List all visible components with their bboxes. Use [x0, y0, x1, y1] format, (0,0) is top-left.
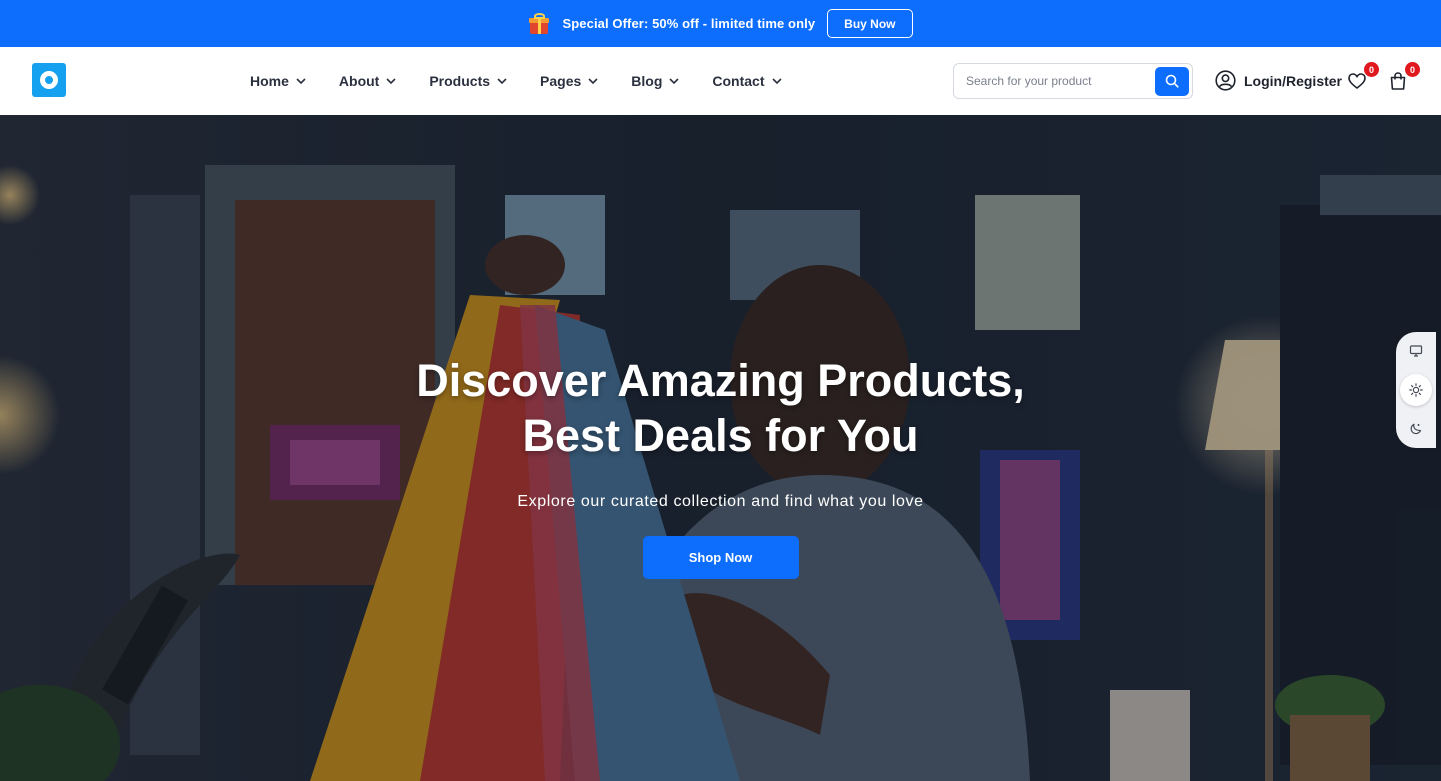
nav-item-label: Home — [250, 73, 289, 89]
cart-button[interactable]: 0 — [1388, 62, 1420, 93]
site-header: Home About Products Pages Blog Contact S… — [0, 47, 1441, 115]
nav-item-label: Pages — [540, 73, 582, 89]
theme-dark-button[interactable] — [1400, 413, 1432, 445]
chevron-down-icon — [296, 78, 306, 85]
cart-count-badge: 0 — [1405, 62, 1420, 77]
search-button[interactable] — [1155, 66, 1189, 96]
gift-icon — [528, 12, 550, 35]
hero-subtitle: Explore our curated collection and find … — [517, 493, 924, 510]
nav-item-label: Blog — [631, 73, 663, 89]
nav-item-home[interactable]: Home — [250, 73, 307, 89]
sun-icon — [1409, 383, 1423, 397]
theme-light-button[interactable] — [1400, 373, 1432, 406]
hero-title: Discover Amazing Products, Best Deals fo… — [371, 353, 1071, 463]
theme-switcher — [1396, 332, 1436, 448]
moon-icon — [1410, 423, 1422, 434]
monitor-icon — [1409, 345, 1423, 357]
login-register-link[interactable]: Login/Register — [1215, 70, 1342, 91]
wishlist-count-badge: 0 — [1364, 62, 1379, 77]
wishlist-button[interactable]: 0 — [1347, 62, 1379, 93]
user-icon — [1215, 70, 1236, 91]
account-label: Login/Register — [1244, 72, 1343, 89]
promo-text: Special Offer: 50% off - limited time on… — [562, 16, 816, 31]
nav-item-contact[interactable]: Contact — [712, 73, 782, 89]
nav-item-label: Products — [429, 73, 491, 89]
nav-item-pages[interactable]: Pages — [540, 73, 599, 89]
heart-icon — [1348, 73, 1366, 90]
main-nav: Home About Products Pages Blog Contact — [250, 47, 815, 115]
buy-now-button[interactable]: Buy Now — [827, 9, 913, 38]
chevron-down-icon — [771, 78, 782, 85]
chevron-down-icon — [386, 78, 396, 85]
nav-item-label: About — [338, 73, 380, 89]
hero-title-line1: Discover Amazing Products, — [416, 355, 1025, 406]
nav-item-label: Contact — [712, 73, 765, 89]
chevron-down-icon — [669, 78, 679, 85]
promo-bar: Special Offer: 50% off - limited time on… — [0, 0, 1441, 47]
chevron-down-icon — [588, 78, 598, 85]
hero-content: Discover Amazing Products, Best Deals fo… — [0, 115, 1441, 781]
nav-item-blog[interactable]: Blog — [631, 73, 680, 89]
search-box — [953, 63, 1193, 99]
nav-item-about[interactable]: About — [339, 73, 397, 89]
shop-now-button[interactable]: Shop Now — [642, 536, 799, 579]
shopping-bag-icon — [1390, 72, 1406, 90]
chevron-down-icon — [497, 78, 507, 85]
hero-title-line2: Best Deals for You — [522, 410, 919, 461]
hero-banner: Discover Amazing Products, Best Deals fo… — [0, 115, 1441, 781]
search-input[interactable] — [954, 64, 1155, 98]
nav-item-products[interactable]: Products — [429, 73, 508, 89]
ring-logo-icon[interactable] — [32, 63, 66, 97]
search-icon — [1165, 74, 1179, 88]
theme-system-button[interactable] — [1400, 335, 1432, 367]
